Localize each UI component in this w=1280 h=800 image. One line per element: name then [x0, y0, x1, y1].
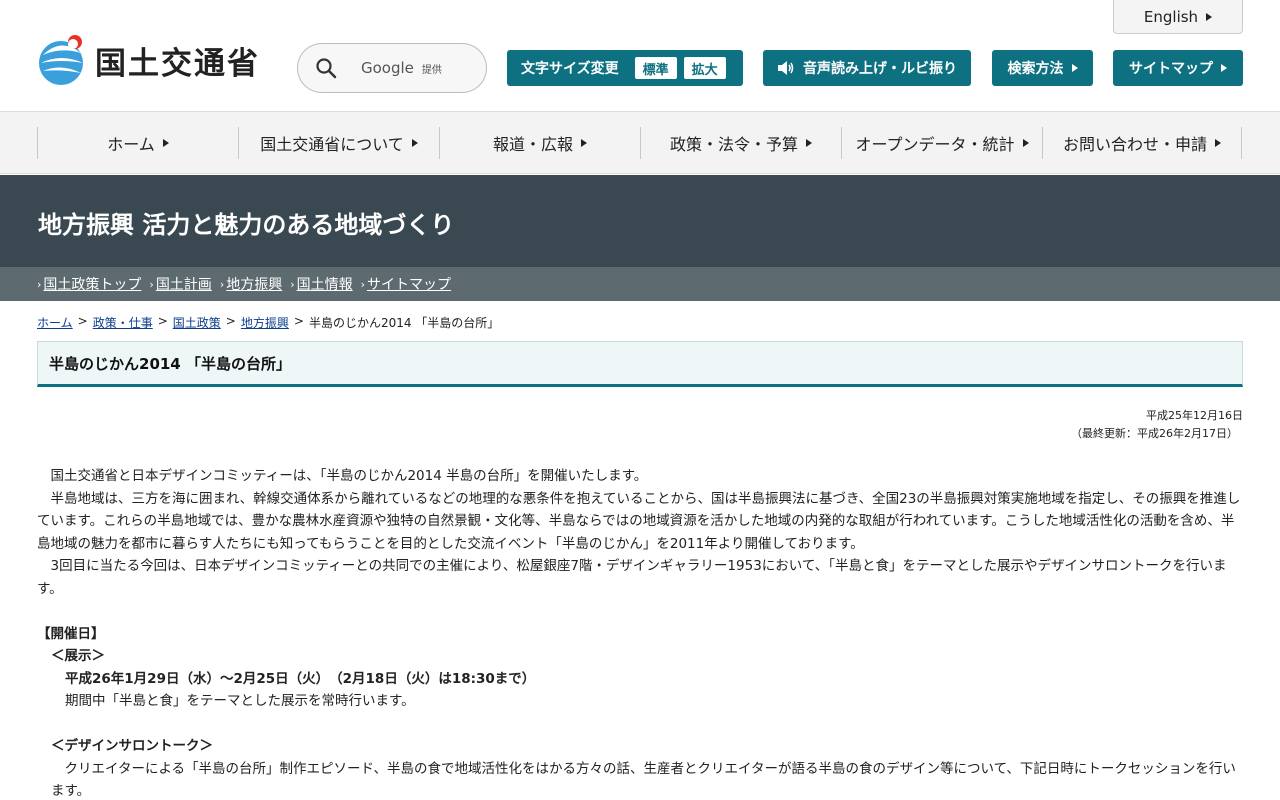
paragraph: 3回目に当たる今回は、日本デザインコミッティーとの共同での主催により、松屋銀座7… — [37, 558, 1227, 597]
talk-description: クリエイターによる「半島の台所」制作エピソード、半島の食で地域活性化をはかる方々… — [51, 760, 1236, 800]
breadcrumb: ホーム > 政策・仕事 > 国土政策 > 地方振興 > 半島のじかん2014 「… — [37, 314, 499, 331]
english-link[interactable]: English — [1113, 0, 1243, 34]
subnav-item-sitemap[interactable]: › サイトマップ — [361, 274, 451, 294]
dates-heading: 【開催日】 — [37, 625, 105, 642]
updated-date: （最終更新：平成26年2月17日） — [1071, 427, 1238, 440]
chevron-right-icon: › — [37, 277, 42, 291]
gnav-item-policy[interactable]: 政策・法令・予算 — [640, 127, 841, 159]
page-title: 半島のじかん2014 「半島の台所」 — [37, 341, 1243, 387]
publish-date: 平成25年12月16日 — [1146, 409, 1243, 422]
subnav-item-plan[interactable]: › 国土計画 — [149, 274, 211, 294]
gnav-label: オープンデータ・統計 — [855, 135, 1015, 154]
gnav-item-contact[interactable]: お問い合わせ・申請 — [1042, 127, 1242, 159]
arrow-right-icon — [162, 139, 169, 147]
font-size-large-button[interactable]: 拡大 — [683, 57, 726, 79]
arrow-right-icon — [411, 139, 418, 147]
breadcrumb-current: 半島のじかん2014 「半島の台所」 — [308, 316, 500, 330]
gnav-item-home[interactable]: ホーム — [37, 127, 238, 159]
arrow-right-icon — [581, 139, 587, 147]
arrow-right-icon — [1022, 139, 1029, 147]
breadcrumb-link[interactable]: 政策・仕事 — [93, 314, 153, 331]
exhibit-description: 期間中「半島と食」をテーマとした展示を常時行います。 — [65, 693, 415, 709]
chevron-right-icon: › — [149, 277, 154, 291]
subnav-label: 国土計画 — [155, 277, 212, 293]
arrow-right-icon — [1071, 64, 1078, 72]
site-logo[interactable]: 国土交通省 — [37, 33, 260, 87]
breadcrumb-separator: > — [77, 314, 88, 328]
sitemap-button[interactable]: サイトマップ — [1113, 50, 1243, 86]
voice-label: 音声読み上げ・ルビ振り — [803, 61, 957, 77]
exhibit-heading: ＜展示＞ — [51, 648, 105, 664]
subnav-label: 地方振興 — [226, 277, 283, 293]
font-size-standard-button[interactable]: 標準 — [634, 57, 677, 79]
subnav-item-top[interactable]: › 国土政策トップ — [37, 274, 141, 294]
search-brand: Google — [361, 59, 414, 77]
gnav-label: ホーム — [107, 135, 155, 154]
search-box[interactable]: Google 提供 — [297, 43, 487, 93]
arrow-right-icon — [1206, 12, 1213, 21]
sitemap-label: サイトマップ — [1129, 61, 1213, 77]
gnav-item-about[interactable]: 国土交通省について — [238, 127, 439, 159]
banner-title: 地方振興 活力と魅力のある地域づくり — [38, 211, 455, 239]
breadcrumb-link[interactable]: 地方振興 — [241, 314, 289, 331]
gnav-label: 国土交通省について — [260, 135, 404, 154]
mlit-logo-icon — [39, 35, 83, 85]
talk-heading: ＜デザインサロントーク＞ — [51, 738, 213, 754]
section-banner: 地方振興 活力と魅力のある地域づくり — [0, 175, 1280, 267]
english-label: English — [1143, 7, 1199, 26]
subnav-item-regional[interactable]: › 地方振興 — [220, 274, 282, 294]
logo-text: 国土交通省 — [95, 45, 260, 82]
exhibit-dates: 平成26年1月29日（水）～2月25日（火） （2月18日（火）は18:30まで… — [65, 670, 536, 687]
breadcrumb-separator: > — [225, 314, 236, 328]
gnav-label: 報道・広報 — [492, 135, 573, 154]
breadcrumb-link[interactable]: ホーム — [37, 314, 73, 331]
search-sub: 提供 — [421, 64, 442, 76]
article-body: 国土交通省と日本デザインコミッティーは、「半島のじかん2014 半島の台所」を開… — [37, 465, 1243, 800]
sub-nav: › 国土政策トップ › 国土計画 › 地方振興 › 国土情報 › サイトマップ — [0, 267, 1280, 301]
gnav-label: お問い合わせ・申請 — [1062, 135, 1207, 154]
global-nav: ホーム 国土交通省について 報道・広報 政策・法令・予算 オープンデータ・統計 … — [0, 111, 1280, 174]
arrow-right-icon — [1215, 139, 1221, 147]
breadcrumb-separator: > — [157, 314, 168, 328]
gnav-item-opendata[interactable]: オープンデータ・統計 — [841, 127, 1042, 159]
paragraph: 半島地域は、三方を海に囲まれ、幹線交通体系から離れているなどの地理的な悪条件を抱… — [37, 490, 1241, 552]
gnav-item-press[interactable]: 報道・広報 — [439, 127, 640, 159]
font-size-control: 文字サイズ変更 標準 拡大 — [507, 50, 743, 86]
gnav-label: 政策・法令・予算 — [669, 135, 798, 154]
search-icon — [316, 58, 337, 79]
subnav-label: 国土政策トップ — [43, 277, 142, 293]
breadcrumb-separator: > — [293, 314, 304, 328]
search-method-label: 検索方法 — [1007, 61, 1064, 77]
arrow-right-icon — [806, 139, 812, 147]
subnav-label: サイトマップ — [367, 277, 452, 293]
chevron-right-icon: › — [360, 277, 366, 291]
speaker-icon — [778, 61, 794, 75]
chevron-right-icon: › — [219, 277, 225, 291]
paragraph: 国土交通省と日本デザインコミッティーは、「半島のじかん2014 半島の台所」を開… — [37, 468, 648, 484]
chevron-right-icon: › — [290, 277, 295, 291]
subnav-label: 国土情報 — [296, 277, 353, 293]
arrow-right-icon — [1221, 64, 1227, 72]
search-method-button[interactable]: 検索方法 — [992, 50, 1093, 86]
font-size-label: 文字サイズ変更 — [521, 61, 619, 77]
subnav-item-info[interactable]: › 国土情報 — [290, 274, 352, 294]
breadcrumb-link[interactable]: 国土政策 — [173, 314, 221, 331]
voice-reading-button[interactable]: 音声読み上げ・ルビ振り — [763, 50, 971, 86]
